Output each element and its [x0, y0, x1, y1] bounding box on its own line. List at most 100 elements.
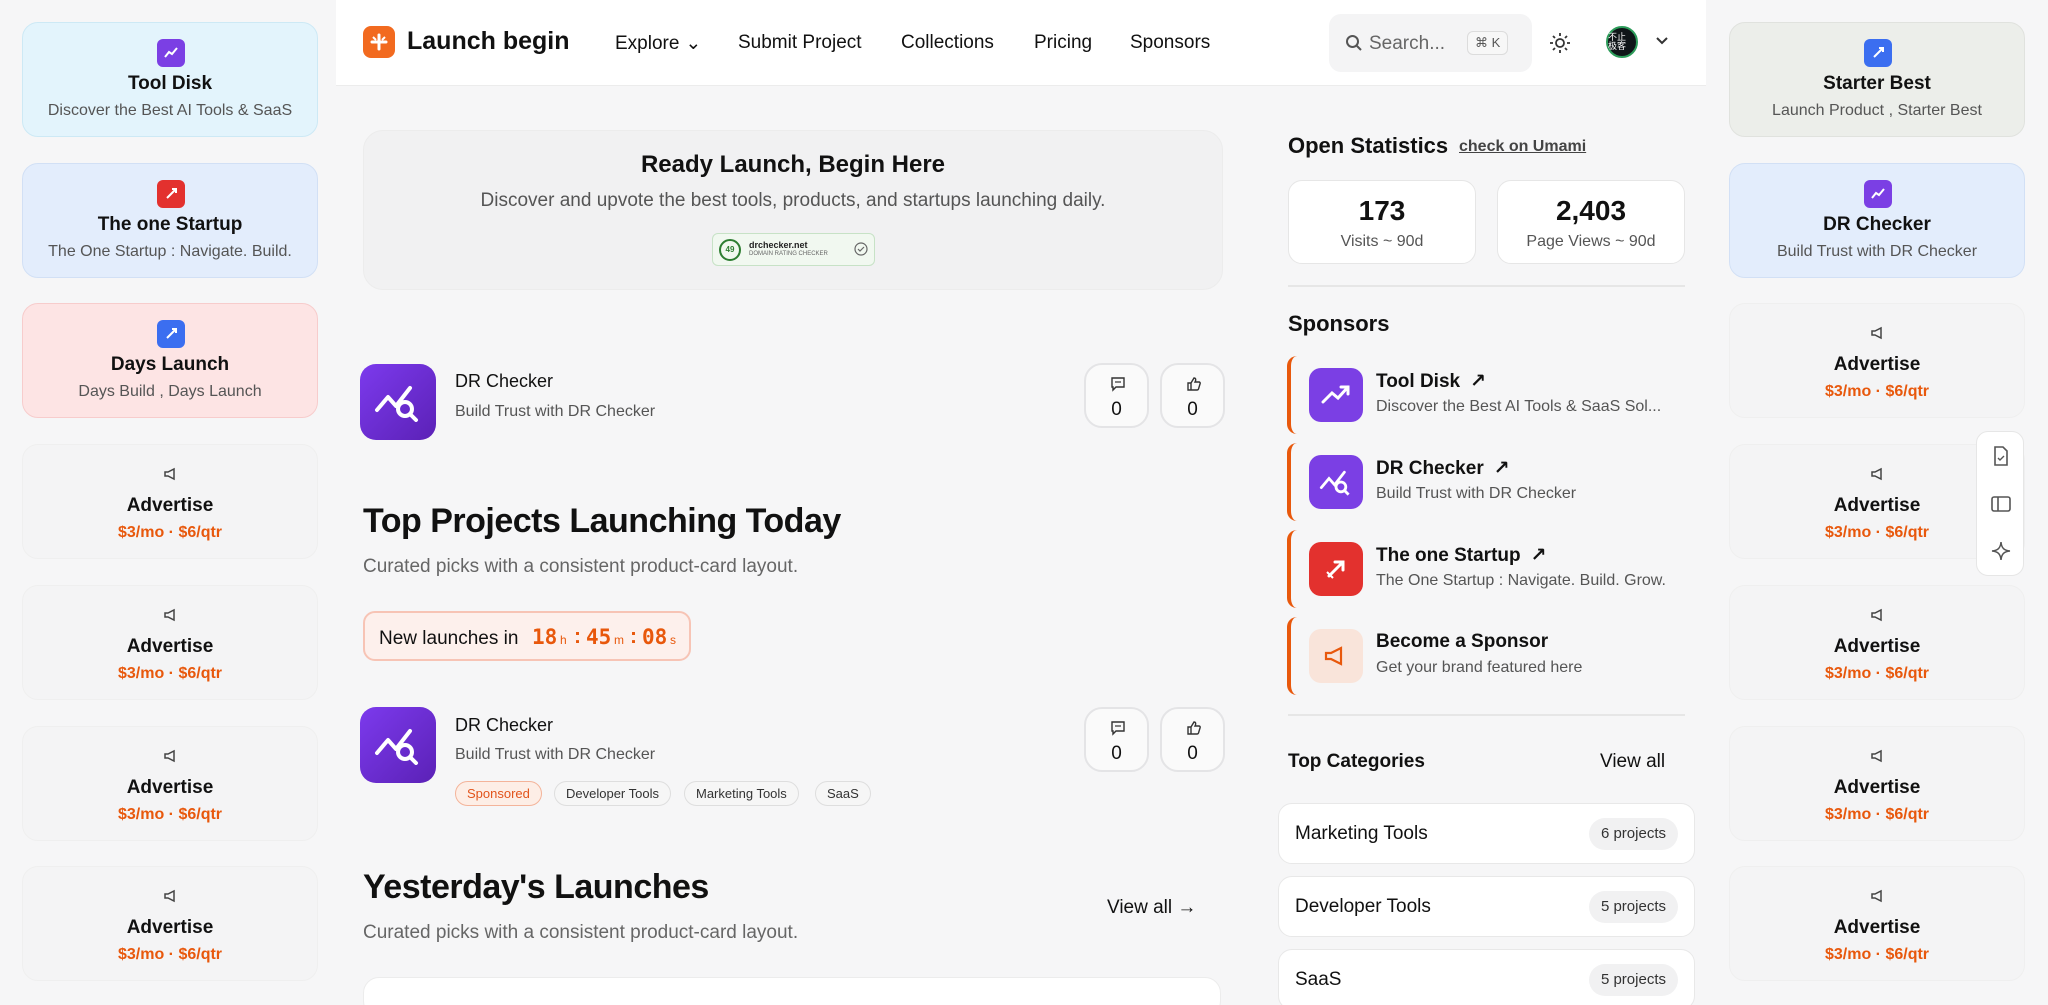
sparkle-icon[interactable] — [1990, 540, 2012, 567]
product-name[interactable]: DR Checker — [455, 371, 553, 392]
yesterday-launch-card[interactable] — [363, 977, 1221, 1005]
countdown-separator: : — [630, 625, 637, 648]
card-title: DR Checker — [1823, 214, 1931, 235]
search-box[interactable]: Search... ⌘ K — [1329, 14, 1532, 72]
right-advertise-slot[interactable]: Advertise $3/mo · $6/qtr — [1729, 303, 2025, 418]
stat-label: Visits ~ 90d — [1340, 233, 1424, 250]
comment-button[interactable]: 0 — [1084, 363, 1149, 428]
sponsor-name: DR Checker — [1376, 458, 1484, 479]
category-saas[interactable]: SaaS 5 projects — [1278, 949, 1695, 1005]
category-count: 5 projects — [1588, 891, 1678, 923]
sponsor-item-dr-checker[interactable]: DR Checker ↗ Build Trust with DR Checker — [1287, 443, 1686, 521]
stat-visits: 173 Visits ~ 90d — [1288, 180, 1476, 264]
product-logo[interactable] — [360, 707, 436, 783]
sponsor-item-the-one-startup[interactable]: The one Startup ↗ The One Startup : Navig… — [1287, 530, 1686, 608]
rocket-icon — [157, 320, 185, 348]
external-link-icon: ↗ — [1470, 371, 1487, 392]
nav-submit-project[interactable]: Submit Project — [738, 32, 862, 54]
category-marketing-tools[interactable]: Marketing Tools 6 projects — [1278, 803, 1695, 864]
rocket-icon — [1864, 39, 1892, 67]
right-ad-starter-best[interactable]: Starter Best Launch Product , Starter Be… — [1729, 22, 2025, 137]
comment-button[interactable]: 0 — [1084, 707, 1149, 772]
nav-collections[interactable]: Collections — [901, 32, 994, 54]
right-advertise-slot[interactable]: Advertise $3/mo · $6/qtr — [1729, 866, 2025, 981]
launch-countdown: New launches in 18 h : 45 m : 08 s — [363, 611, 691, 661]
sponsor-name: Tool Disk — [1376, 371, 1461, 392]
minutes-unit: m — [614, 633, 624, 647]
external-link-icon: ↗ — [1493, 458, 1510, 479]
hero-title: Ready Launch, Begin Here — [640, 151, 946, 178]
left-advertise-slot[interactable]: Advertise $3/mo · $6/qtr — [22, 866, 318, 981]
sponsor-item-tool-disk[interactable]: Tool Disk ↗ Discover the Best AI Tools & … — [1287, 356, 1686, 434]
product-name[interactable]: DR Checker — [455, 715, 553, 736]
megaphone-icon — [1870, 608, 1886, 627]
check-circle-icon — [854, 242, 868, 261]
card-title: Tool Disk — [127, 73, 213, 94]
megaphone-icon — [1870, 326, 1886, 345]
nav-explore[interactable]: Explore ⌄ — [615, 32, 701, 55]
search-placeholder: Search... — [1369, 33, 1446, 54]
card-title: The one Startup — [97, 214, 243, 235]
yesterday-view-all-link[interactable]: View all → — [1107, 897, 1196, 919]
avatar[interactable]: 不止 极客 — [1606, 26, 1638, 58]
brand-logo-icon[interactable] — [363, 26, 395, 58]
right-ad-dr-checker[interactable]: DR Checker Build Trust with DR Checker — [1729, 163, 2025, 278]
advertise-price: $3/mo · $6/qtr — [117, 524, 223, 541]
seconds-unit: s — [670, 633, 676, 647]
left-advertise-slot[interactable]: Advertise $3/mo · $6/qtr — [22, 726, 318, 841]
nav-pricing[interactable]: Pricing — [1034, 32, 1092, 54]
hero-banner: Ready Launch, Begin Here Discover and up… — [363, 130, 1223, 290]
trending-up-icon — [157, 39, 185, 67]
advertise-price: $3/mo · $6/qtr — [117, 806, 223, 823]
theme-toggle-icon[interactable] — [1549, 32, 1571, 59]
search-icon — [1345, 34, 1363, 57]
megaphone-icon — [1309, 629, 1363, 683]
categories-view-all-link[interactable]: View all — [1600, 751, 1665, 773]
brand-name[interactable]: Launch begin — [407, 27, 570, 56]
top-header: Launch begin Explore ⌄ Submit Project Col… — [336, 0, 1706, 86]
right-advertise-slot[interactable]: Advertise $3/mo · $6/qtr — [1729, 585, 2025, 700]
category-developer-tools[interactable]: Developer Tools 5 projects — [1278, 876, 1695, 937]
sponsors-title: Sponsors — [1288, 311, 1390, 336]
megaphone-icon — [1870, 889, 1886, 908]
hours-unit: h — [560, 633, 567, 647]
badge-caption: DOMAIN RATING CHECKER — [749, 251, 828, 257]
categories-title: Top Categories — [1288, 751, 1425, 772]
stat-value: 173 — [1358, 195, 1406, 226]
advertise-price: $3/mo · $6/qtr — [1824, 665, 1930, 682]
comment-icon — [1110, 376, 1126, 397]
product-description: Build Trust with DR Checker — [455, 403, 656, 420]
card-subtitle: Days Build , Days Launch — [78, 383, 262, 400]
umami-link[interactable]: check on Umami — [1459, 138, 1586, 156]
tag-sponsored[interactable]: Sponsored — [455, 781, 542, 806]
external-link-icon: ↗ — [1530, 545, 1547, 566]
product-logo[interactable] — [360, 364, 436, 440]
left-advertise-slot[interactable]: Advertise $3/mo · $6/qtr — [22, 444, 318, 559]
right-advertise-slot[interactable]: Advertise $3/mo · $6/qtr — [1729, 726, 2025, 841]
card-subtitle: Launch Product , Starter Best — [1772, 102, 1982, 119]
advertise-title: Advertise — [1833, 777, 1921, 798]
upvote-button[interactable]: 0 — [1160, 707, 1225, 772]
chevron-down-icon[interactable] — [1654, 33, 1670, 54]
chevron-down-icon: ⌄ — [685, 33, 702, 54]
upvote-button[interactable]: 0 — [1160, 363, 1225, 428]
left-ad-days-launch[interactable]: Days Launch Days Build , Days Launch — [22, 303, 318, 418]
left-ad-tool-disk[interactable]: Tool Disk Discover the Best AI Tools & S… — [22, 22, 318, 137]
left-ad-the-one-startup[interactable]: The one Startup The One Startup : Naviga… — [22, 163, 318, 278]
dr-badge[interactable]: 49 drchecker.net DOMAIN RATING CHECKER — [712, 233, 875, 266]
thumbs-up-icon — [1186, 720, 1202, 741]
megaphone-icon — [1870, 749, 1886, 768]
tag-saas[interactable]: SaaS — [815, 781, 871, 806]
sidebar-panel-icon[interactable] — [1990, 493, 2012, 520]
countdown-hours: 18 — [532, 625, 558, 649]
upvote-count: 0 — [1187, 743, 1198, 764]
advertise-title: Advertise — [126, 495, 214, 516]
category-name: Marketing Tools — [1295, 823, 1428, 844]
tag-marketing-tools[interactable]: Marketing Tools — [684, 781, 799, 806]
sponsor-item-become-sponsor[interactable]: Become a Sponsor Get your brand featured… — [1287, 617, 1686, 695]
nav-sponsors[interactable]: Sponsors — [1130, 32, 1210, 54]
left-advertise-slot[interactable]: Advertise $3/mo · $6/qtr — [22, 585, 318, 700]
tag-developer-tools[interactable]: Developer Tools — [554, 781, 671, 806]
floating-tool-rail — [1976, 431, 2024, 576]
document-icon[interactable] — [1990, 445, 2012, 472]
